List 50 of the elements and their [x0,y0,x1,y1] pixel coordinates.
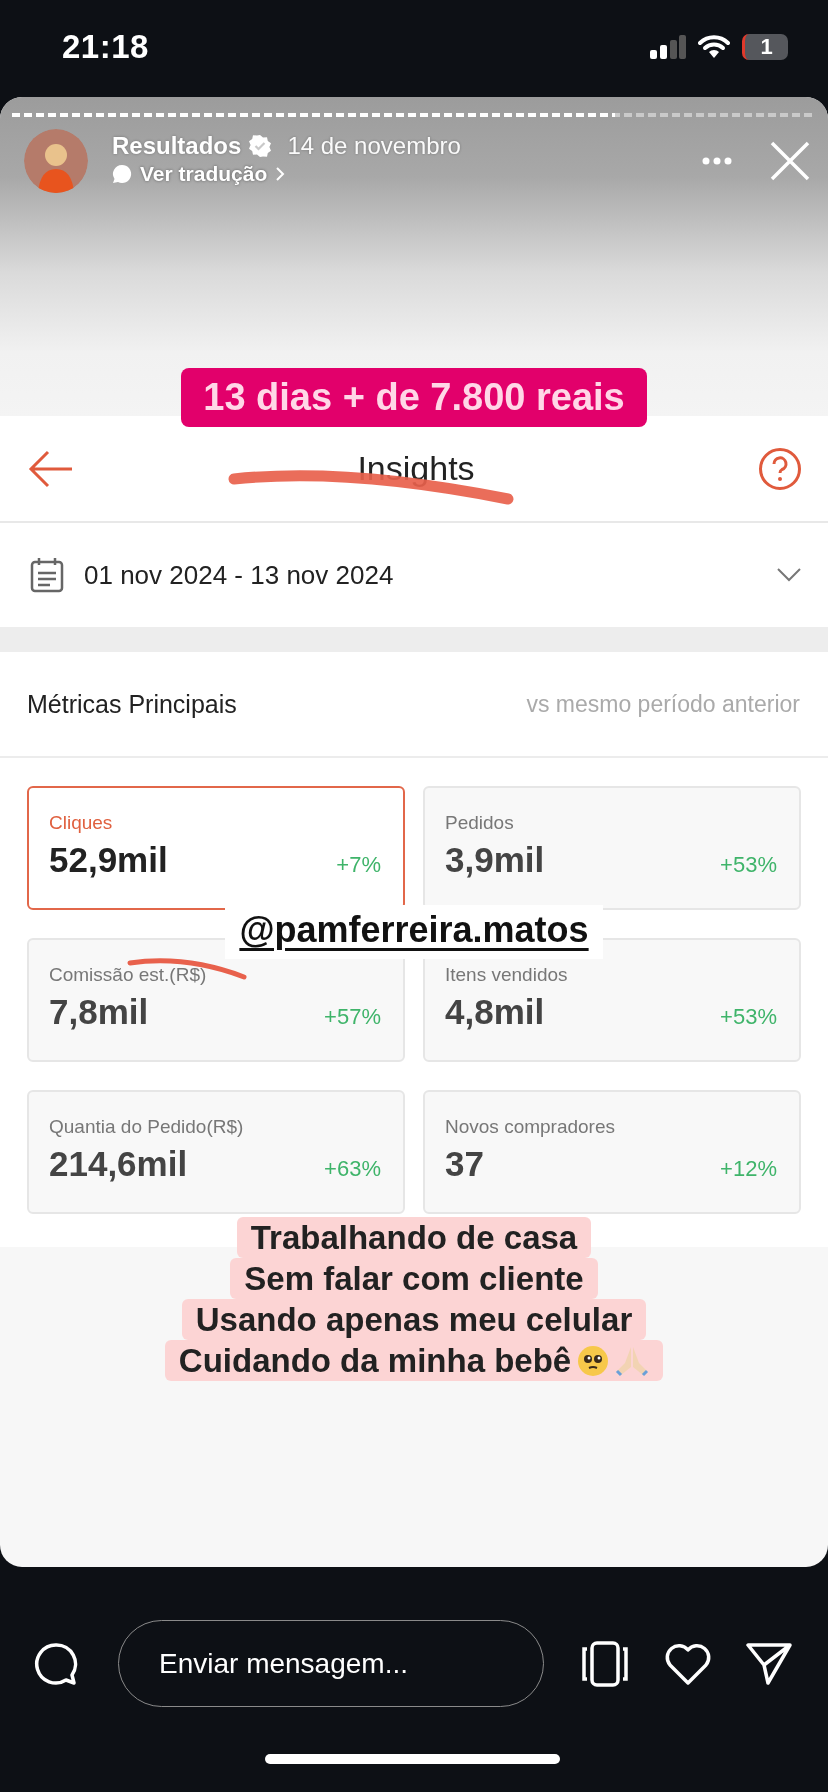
metric-value: 214,6mil [49,1144,188,1184]
text-sticker: 13 dias + de 7.800 reais [181,368,647,427]
caption-text: Sem falar com cliente [244,1260,584,1297]
screen-title: Insights [357,449,475,488]
wifi-icon [698,34,730,59]
emoji-face-icon [577,1344,610,1377]
metric-label: Quantia do Pedido(R$) [49,1116,244,1138]
metric-card[interactable]: Pedidos 3,9mil +53% [423,786,801,910]
metric-card[interactable]: Cliques 52,9mil +7% [27,786,405,910]
metric-value: 7,8mil [49,992,149,1032]
metric-change: +53% [720,1004,777,1030]
caption-text: Usando apenas meu celular [195,1301,633,1338]
metric-value: 52,9mil [49,840,168,880]
comparison-note: vs mesmo período anterior [526,690,800,718]
metric-card[interactable]: Quantia do Pedido(R$) 214,6mil +63% [27,1090,405,1214]
metric-change: +53% [720,852,777,878]
metric-label: Pedidos [445,812,514,834]
metric-value: 4,8mil [445,992,545,1032]
metric-value: 3,9mil [445,840,545,880]
chevron-right-icon [275,166,286,182]
metric-card[interactable]: Novos compradores 37 +12% [423,1090,801,1214]
phone-icon[interactable] [580,1640,630,1687]
mention-sticker[interactable]: @pamferreira.matos [225,905,603,959]
calendar-icon [30,557,64,593]
heart-icon[interactable] [664,1641,712,1686]
avatar [24,129,88,193]
metric-label: Itens vendidos [445,964,568,986]
section-title: Métricas Principais [27,689,237,719]
back-arrow-icon[interactable] [28,449,74,488]
caption-text: Trabalhando de casa [250,1219,578,1256]
metric-change: +57% [324,1004,381,1030]
metric-change: +12% [720,1156,777,1182]
speech-bubble-icon [112,164,132,184]
message-field[interactable]: Enviar mensagem... [118,1620,544,1707]
metric-value: 37 [445,1144,484,1184]
metric-label: Novos compradores [445,1116,616,1138]
comment-icon[interactable] [34,1641,78,1686]
metric-change: +7% [336,852,381,878]
post-date: 14 de novembro [287,132,461,160]
send-icon[interactable] [746,1641,792,1686]
signal-icon [650,34,686,59]
metric-label: Cliques [49,812,113,834]
caption-text: Cuidando da minha bebê [178,1342,572,1379]
chevron-down-icon [776,567,802,583]
battery-indicator: 1 [742,33,788,60]
metric-change: +63% [324,1156,381,1182]
date-range-selector[interactable]: 01 nov 2024 - 13 nov 2024 [0,523,828,627]
metric-label: Comissão est.(R$) [49,964,207,986]
help-icon[interactable] [758,446,802,491]
status-time: 21:18 [62,27,149,66]
